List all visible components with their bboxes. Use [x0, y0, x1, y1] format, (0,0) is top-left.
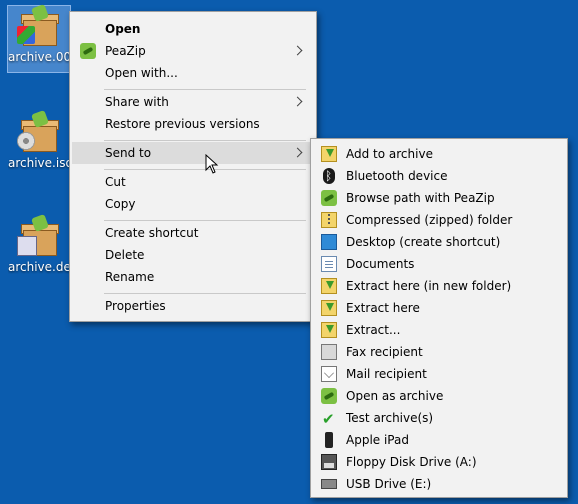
extract-icon: [321, 322, 337, 338]
peazip-icon: [321, 388, 337, 404]
bluetooth-icon: [323, 165, 335, 187]
desktop-icon-archive-iso[interactable]: archive.iso: [8, 110, 70, 178]
mail-icon: [321, 366, 337, 382]
send-to-desktop[interactable]: Desktop (create shortcut): [313, 231, 565, 253]
send-to-documents[interactable]: Documents: [313, 253, 565, 275]
desktop-icon: [321, 234, 337, 250]
send-to-extract-here-new-folder[interactable]: Extract here (in new folder): [313, 275, 565, 297]
floppy-drive-icon: [321, 454, 337, 470]
peazip-icon: [321, 190, 337, 206]
send-to-apple-ipad[interactable]: Apple iPad: [313, 429, 565, 451]
fax-icon: [321, 344, 337, 360]
desktop-icon-label: archive.001: [8, 50, 70, 64]
chevron-right-icon: [294, 142, 302, 164]
peazip-icon: [80, 43, 96, 59]
checkmark-icon: [321, 408, 337, 430]
menu-item-rename[interactable]: Rename: [72, 266, 314, 288]
context-menu: Open PeaZip Open with... Share with Rest…: [69, 11, 317, 322]
usb-drive-icon: [321, 479, 337, 489]
menu-item-properties[interactable]: Properties: [72, 295, 314, 317]
menu-separator: [104, 293, 306, 294]
archive-package-icon: [17, 214, 59, 256]
add-to-archive-icon: [321, 146, 337, 162]
menu-item-copy[interactable]: Copy: [72, 193, 314, 215]
send-to-fax-recipient[interactable]: Fax recipient: [313, 341, 565, 363]
desktop-icon-label: archive.deb: [8, 260, 70, 274]
desktop-icon-archive-001[interactable]: archive.001: [7, 4, 71, 73]
extract-icon: [321, 300, 337, 316]
menu-item-share-with[interactable]: Share with: [72, 91, 314, 113]
menu-item-create-shortcut[interactable]: Create shortcut: [72, 222, 314, 244]
send-to-browse-path-peazip[interactable]: Browse path with PeaZip: [313, 187, 565, 209]
send-to-submenu: Add to archive Bluetooth device Browse p…: [310, 138, 568, 498]
send-to-compressed-folder[interactable]: Compressed (zipped) folder: [313, 209, 565, 231]
send-to-extract[interactable]: Extract...: [313, 319, 565, 341]
send-to-extract-here[interactable]: Extract here: [313, 297, 565, 319]
menu-item-peazip[interactable]: PeaZip: [72, 40, 314, 62]
ipad-icon: [325, 432, 333, 448]
send-to-open-as-archive[interactable]: Open as archive: [313, 385, 565, 407]
send-to-bluetooth-device[interactable]: Bluetooth device: [313, 165, 565, 187]
menu-separator: [104, 89, 306, 90]
menu-item-open[interactable]: Open: [72, 18, 314, 40]
chevron-right-icon: [294, 40, 302, 62]
menu-item-open-with[interactable]: Open with...: [72, 62, 314, 84]
menu-item-restore-previous-versions[interactable]: Restore previous versions: [72, 113, 314, 135]
menu-item-send-to[interactable]: Send to: [72, 142, 314, 164]
send-to-test-archives[interactable]: Test archive(s): [313, 407, 565, 430]
zip-folder-icon: [321, 212, 337, 228]
menu-item-cut[interactable]: Cut: [72, 171, 314, 193]
archive-package-icon: [17, 4, 59, 46]
menu-item-delete[interactable]: Delete: [72, 244, 314, 266]
desktop-icon-archive-deb[interactable]: archive.deb: [8, 214, 70, 282]
extract-icon: [321, 278, 337, 294]
desktop-icon-label: archive.iso: [8, 156, 70, 170]
send-to-usb-drive[interactable]: USB Drive (E:): [313, 473, 565, 495]
menu-separator: [104, 220, 306, 221]
chevron-right-icon: [294, 91, 302, 113]
documents-icon: [321, 256, 337, 272]
send-to-floppy-drive[interactable]: Floppy Disk Drive (A:): [313, 451, 565, 473]
send-to-add-to-archive[interactable]: Add to archive: [313, 143, 565, 165]
send-to-mail-recipient[interactable]: Mail recipient: [313, 363, 565, 385]
menu-separator: [104, 140, 306, 141]
archive-package-icon: [17, 110, 59, 152]
